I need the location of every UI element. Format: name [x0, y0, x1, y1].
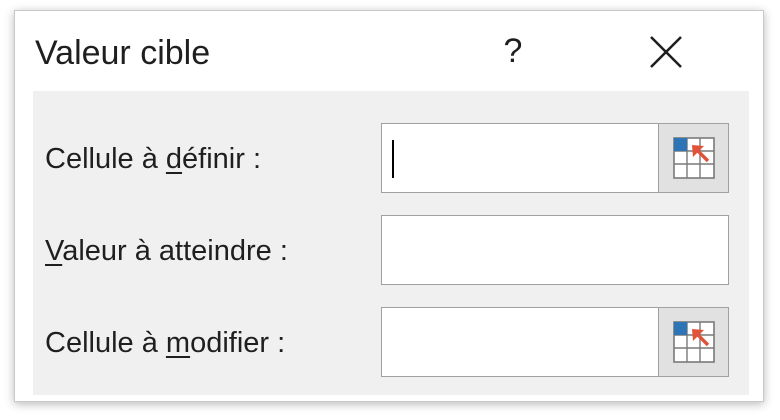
dialog-body: Cellule à définir : Valeur à atteindre:…	[33, 91, 749, 395]
to-value-label: Valeur à atteindre :	[45, 235, 288, 267]
set-cell-label: Cellule à définir :	[45, 143, 262, 175]
close-icon	[650, 36, 682, 68]
dialog-title: Valeur cible	[35, 34, 211, 72]
set-cell-row: Cellule à définir :	[33, 119, 749, 199]
close-button[interactable]	[641, 31, 693, 75]
to-value-field	[381, 215, 729, 285]
range-selector-icon	[673, 137, 715, 179]
changing-cell-label: Cellule à modifier :	[45, 327, 286, 359]
to-value-input[interactable]	[382, 216, 728, 284]
to-value-row: Valeur à atteindre :	[33, 211, 749, 291]
set-cell-range-button[interactable]	[658, 124, 728, 192]
changing-cell-range-button[interactable]	[658, 308, 728, 376]
set-cell-input[interactable]	[382, 124, 658, 192]
changing-cell-row: Cellule à modifier :	[33, 303, 749, 383]
changing-cell-field	[381, 307, 729, 377]
text-caret	[392, 140, 394, 178]
goal-seek-dialog: Valeur cible ? Cellule à définir : Valeu…	[14, 10, 764, 402]
changing-cell-input[interactable]	[382, 308, 658, 376]
set-cell-field	[381, 123, 729, 193]
help-button[interactable]: ?	[493, 29, 533, 73]
range-selector-icon	[673, 321, 715, 363]
